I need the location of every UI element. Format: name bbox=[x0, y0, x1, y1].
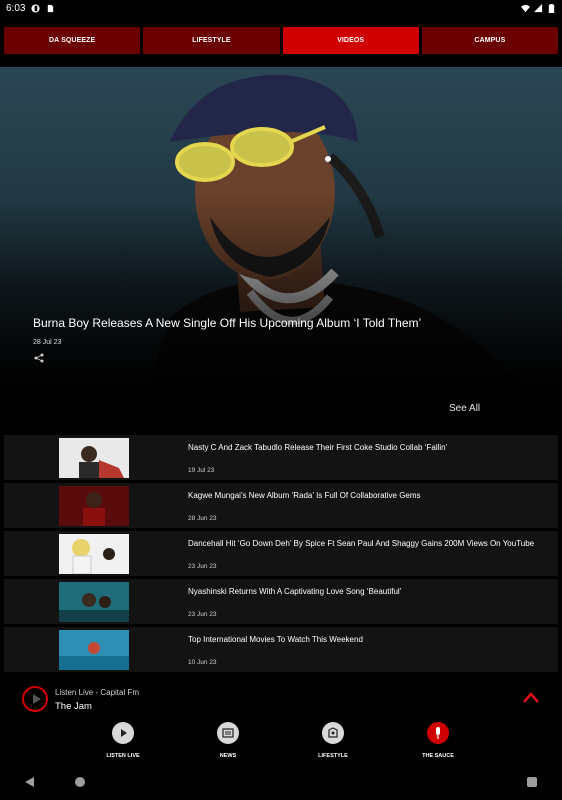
sim-card-icon bbox=[48, 4, 54, 12]
tab-label: LIFESTYLE bbox=[192, 37, 231, 44]
list-item[interactable]: Nyashinski Returns With A Captivating Lo… bbox=[4, 579, 558, 624]
tab-lifestyle[interactable]: LIFESTYLE bbox=[143, 27, 280, 54]
article-title: Nasty C And Zack Tabudlo Release Their F… bbox=[188, 443, 448, 452]
article-thumbnail bbox=[59, 486, 129, 526]
category-tabs: DA SQUEEZE LIFESTYLE VIDEOS CAMPUS bbox=[4, 27, 558, 55]
see-all-link[interactable]: See All bbox=[449, 403, 480, 414]
tab-campus[interactable]: CAMPUS bbox=[421, 27, 558, 54]
player-show-title: The Jam bbox=[55, 701, 92, 712]
player-label: Listen Live - Capital Fm bbox=[55, 688, 140, 697]
article-date: 23 Jun 23 bbox=[188, 563, 217, 570]
tab-videos[interactable]: VIDEOS bbox=[282, 27, 419, 54]
play-button[interactable] bbox=[22, 686, 48, 712]
list-item[interactable]: Kagwe Mungai’s New Album ‘Rada’ Is Full … bbox=[4, 483, 558, 528]
article-thumbnail bbox=[59, 534, 129, 574]
wifi-icon bbox=[521, 4, 530, 12]
nav-label: THE SAUCE bbox=[422, 753, 454, 759]
list-item[interactable]: Top International Movies To Watch This W… bbox=[4, 627, 558, 672]
chevron-up-icon[interactable] bbox=[522, 690, 540, 704]
bottom-nav: LISTEN LIVE NEWS LIFESTYLE THE SAUCE bbox=[0, 722, 562, 766]
hero-date: 28 Jul 23 bbox=[33, 339, 62, 346]
play-icon bbox=[33, 694, 41, 704]
nav-listen-live[interactable]: LISTEN LIVE bbox=[88, 722, 158, 759]
home-icon[interactable] bbox=[75, 777, 85, 787]
notification-app-icon bbox=[31, 3, 41, 13]
hero-article[interactable]: Burna Boy Releases A New Single Off His … bbox=[0, 67, 562, 385]
nav-news[interactable]: NEWS bbox=[193, 722, 263, 759]
play-icon bbox=[112, 722, 134, 744]
article-list: Nasty C And Zack Tabudlo Release Their F… bbox=[4, 435, 558, 675]
recents-icon[interactable] bbox=[527, 777, 537, 787]
article-date: 10 Jun 23 bbox=[188, 659, 217, 666]
article-title: Top International Movies To Watch This W… bbox=[188, 635, 363, 644]
back-icon[interactable] bbox=[25, 777, 34, 787]
news-icon bbox=[217, 722, 239, 744]
tab-da-squeeze[interactable]: DA SQUEEZE bbox=[4, 27, 141, 54]
nav-label: LIFESTYLE bbox=[318, 753, 348, 759]
mic-icon bbox=[427, 722, 449, 744]
signal-icon bbox=[534, 3, 543, 12]
lifestyle-icon bbox=[322, 722, 344, 744]
tab-label: DA SQUEEZE bbox=[49, 37, 96, 44]
article-title: Kagwe Mungai’s New Album ‘Rada’ Is Full … bbox=[188, 491, 421, 500]
article-date: 23 Jun 23 bbox=[188, 611, 217, 618]
article-date: 28 Jun 23 bbox=[188, 515, 217, 522]
nav-the-sauce[interactable]: THE SAUCE bbox=[403, 722, 473, 759]
hero-title[interactable]: Burna Boy Releases A New Single Off His … bbox=[33, 316, 513, 330]
list-item[interactable]: Nasty C And Zack Tabudlo Release Their F… bbox=[4, 435, 558, 480]
tab-label: CAMPUS bbox=[474, 37, 506, 44]
live-player: Listen Live - Capital Fm The Jam bbox=[0, 682, 562, 720]
status-bar: 6:03 bbox=[0, 0, 562, 16]
nav-lifestyle[interactable]: LIFESTYLE bbox=[298, 722, 368, 759]
hero-gradient bbox=[0, 67, 562, 385]
article-thumbnail bbox=[59, 582, 129, 622]
nav-label: LISTEN LIVE bbox=[106, 753, 140, 759]
article-thumbnail bbox=[59, 630, 129, 670]
system-nav-bar bbox=[0, 770, 562, 800]
nav-label: NEWS bbox=[219, 753, 237, 759]
share-icon[interactable] bbox=[34, 353, 44, 363]
article-date: 19 Jul 23 bbox=[188, 467, 215, 474]
status-time: 6:03 bbox=[6, 2, 26, 14]
article-title: Dancehall Hit ‘Go Down Deh’ By Spice Ft … bbox=[188, 539, 535, 548]
article-thumbnail bbox=[59, 438, 129, 478]
battery-icon bbox=[548, 3, 555, 13]
article-title: Nyashinski Returns With A Captivating Lo… bbox=[188, 587, 402, 596]
tab-label: VIDEOS bbox=[337, 37, 365, 44]
list-item[interactable]: Dancehall Hit ‘Go Down Deh’ By Spice Ft … bbox=[4, 531, 558, 576]
